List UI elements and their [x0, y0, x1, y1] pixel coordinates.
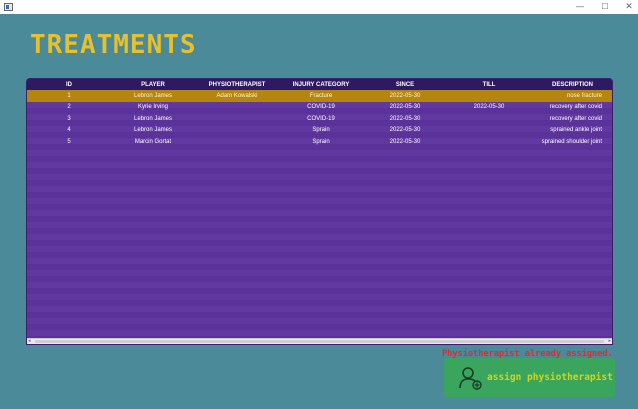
minimize-button[interactable]: — [568, 1, 592, 13]
column-header[interactable]: TILL [447, 79, 531, 90]
table-row[interactable]: 2 Kyrie Irving COVID-19 2022-05-30 2022-05-3… [27, 102, 612, 114]
table-cell: Lebron James [133, 115, 173, 122]
table-cell: 1 [27, 90, 111, 102]
table-cell: Sprain [312, 138, 330, 145]
table-cell: recovery after covid [549, 115, 602, 122]
column-header[interactable]: PHYSIOTHERAPIST [195, 79, 279, 90]
table-cell [447, 113, 531, 125]
table-cell: Sprain [312, 127, 330, 134]
table-cell: sprained shoulder joint [541, 138, 602, 145]
table-cell: 2 [67, 104, 71, 111]
table-cell [447, 90, 531, 102]
table-cell [447, 136, 531, 148]
table-cell: 2022-05-30 [473, 104, 505, 111]
table-cell [195, 136, 279, 148]
assign-button-label: assign physiotherapist [487, 372, 613, 383]
table-cell: 2022-05-30 [363, 90, 447, 102]
table-cell: COVID-19 [307, 104, 335, 111]
table-row[interactable]: 4 Lebron James Sprain 2022-05-30 sprained an… [27, 125, 612, 137]
table-cell: nose fracture [531, 90, 612, 102]
table-cell: Kyrie Irving [137, 104, 168, 111]
table-cell [195, 102, 279, 114]
table-body: 1 Lebron James Adam Kowalski Fracture 2022-0… [27, 90, 612, 148]
page-title: TREATMENTS [30, 30, 197, 60]
table-cell: Fracture [279, 90, 363, 102]
table-cell: recovery after covid [549, 104, 602, 111]
horizontal-scrollbar[interactable]: ◂ ▸ [27, 338, 612, 344]
column-header[interactable]: PLAYER [111, 79, 195, 90]
table-header-row: ID PLAYER PHYSIOTHERAPIST INJURY CATEGORY SI… [27, 79, 612, 90]
treatments-grid: ID PLAYER PHYSIOTHERAPIST INJURY CATEGORY SI… [27, 79, 612, 148]
table-cell: 4 [67, 127, 71, 134]
user-icon [459, 367, 482, 390]
close-button[interactable]: ✕ [617, 1, 638, 13]
column-header[interactable]: INJURY CATEGORY [279, 79, 363, 90]
table-cell: 2022-05-30 [389, 138, 421, 145]
table-row[interactable]: 1 Lebron James Adam Kowalski Fracture 2022-0… [27, 90, 612, 102]
column-header[interactable]: ID [27, 79, 111, 90]
maximize-button[interactable]: ☐ [593, 1, 617, 13]
column-header[interactable]: DESCRIPTION [531, 79, 612, 90]
table-row[interactable]: 5 Marcin Gortat Sprain 2022-05-30 sprained s… [27, 136, 612, 148]
scroll-left-arrow-icon[interactable]: ◂ [28, 339, 31, 344]
assign-physiotherapist-button[interactable]: assign physiotherapist [444, 358, 615, 397]
app-icon [4, 3, 13, 11]
table-cell: Adam Kowalski [195, 90, 279, 102]
table-row[interactable]: 3 Lebron James COVID-19 2022-05-30 recovery … [27, 113, 612, 125]
table-cell [447, 125, 531, 137]
table-cell: Lebron James [111, 90, 195, 102]
treatments-table: ID PLAYER PHYSIOTHERAPIST INJURY CATEGORY SI… [26, 78, 613, 345]
table-cell: 2022-05-30 [389, 127, 421, 134]
table-cell: Lebron James [133, 127, 173, 134]
table-cell [195, 113, 279, 125]
table-cell: sprained ankle joint [550, 127, 602, 134]
window-title-bar: — ☐ ✕ [0, 0, 638, 14]
table-cell: COVID-19 [307, 115, 335, 122]
table-cell: 3 [67, 115, 71, 122]
table-cell: 2022-05-30 [389, 104, 421, 111]
column-header[interactable]: SINCE [363, 79, 447, 90]
table-cell: Marcin Gortat [134, 138, 172, 145]
scrollbar-thumb[interactable] [35, 340, 604, 343]
table-cell [195, 125, 279, 137]
table-cell: 5 [67, 138, 71, 145]
scroll-right-arrow-icon[interactable]: ▸ [608, 339, 611, 344]
table-cell: 2022-05-30 [389, 115, 421, 122]
